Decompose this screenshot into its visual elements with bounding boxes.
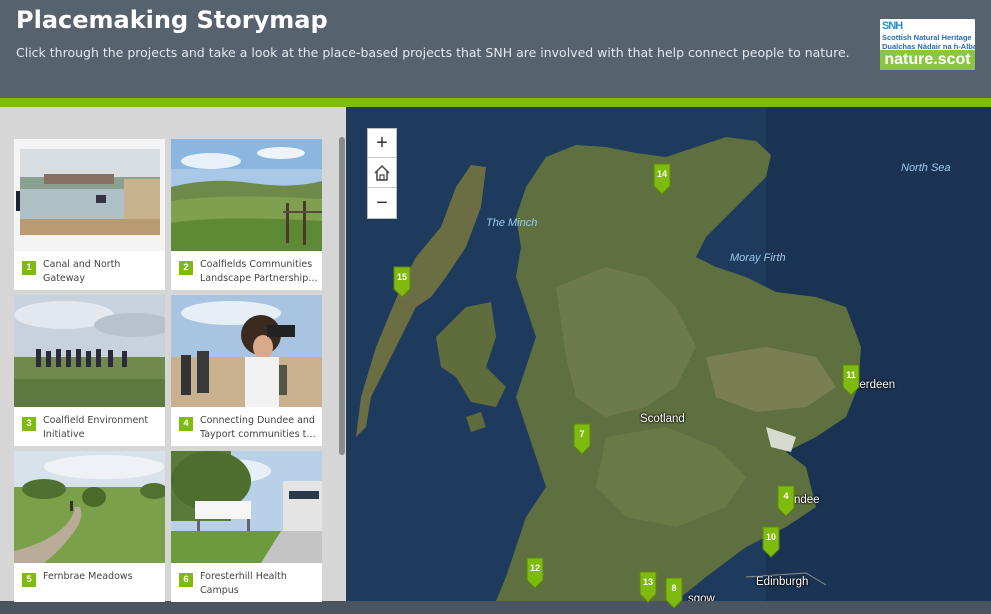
map-pin-14[interactable]: 14 bbox=[652, 162, 672, 195]
accent-divider bbox=[0, 98, 991, 107]
page-subtitle: Click through the projects and take a lo… bbox=[16, 45, 850, 60]
sidebar-scrollbar[interactable] bbox=[339, 137, 345, 455]
logo-wordmark: nature.scot bbox=[880, 50, 975, 70]
zoom-out-button[interactable]: − bbox=[368, 189, 396, 218]
home-icon bbox=[374, 164, 390, 181]
zoom-in-button[interactable]: + bbox=[368, 129, 396, 158]
map-label-north-sea: North Sea bbox=[901, 162, 951, 174]
map-label-glasgow: sgow bbox=[688, 593, 715, 601]
logo-mark: SNH bbox=[882, 20, 903, 32]
story-title: Coalfield Environment Initiative bbox=[43, 415, 149, 440]
story-card-2[interactable]: 2 Coalfields Communities Landscape Partn… bbox=[171, 139, 322, 290]
story-number-badge: 6 bbox=[179, 573, 193, 587]
story-thumbnail bbox=[14, 139, 165, 251]
story-number-badge: 1 bbox=[22, 261, 36, 275]
story-title: Fernbrae Meadows bbox=[43, 571, 133, 582]
story-thumbnail bbox=[171, 451, 322, 563]
map-label-moray-firth: Moray Firth bbox=[730, 252, 786, 264]
story-card-6[interactable]: 6 Foresterhill Health Campus bbox=[171, 451, 322, 602]
map-pin-4[interactable]: 4 bbox=[776, 484, 796, 517]
story-number-badge: 4 bbox=[179, 417, 193, 431]
story-card-4[interactable]: 4 Connecting Dundee and Tayport communit… bbox=[171, 295, 322, 446]
story-list-panel: 1 Canal and North Gateway 2 Coalfields C… bbox=[0, 107, 346, 602]
story-thumbnail bbox=[14, 295, 165, 407]
story-thumbnail bbox=[171, 139, 322, 251]
map-label-edinburgh: Edinburgh bbox=[756, 576, 809, 588]
story-title: Coalfields Communities Landscape Partner… bbox=[200, 259, 318, 284]
map-pin-8[interactable]: 8 bbox=[664, 576, 684, 609]
home-button[interactable] bbox=[368, 159, 396, 188]
story-number-badge: 3 bbox=[22, 417, 36, 431]
story-number-badge: 5 bbox=[22, 573, 36, 587]
map-pin-15[interactable]: 15 bbox=[392, 265, 412, 298]
page-title: Placemaking Storymap bbox=[16, 6, 328, 34]
story-title: Canal and North Gateway bbox=[43, 259, 121, 284]
story-card-5[interactable]: 5 Fernbrae Meadows bbox=[14, 451, 165, 602]
map-pin-12[interactable]: 12 bbox=[525, 556, 545, 589]
story-card-3[interactable]: 3 Coalfield Environment Initiative bbox=[14, 295, 165, 446]
story-title: Connecting Dundee and Tayport communitie… bbox=[200, 415, 316, 440]
map-zoom-control: + − bbox=[367, 128, 397, 219]
map-label-the-minch: The Minch bbox=[486, 217, 538, 229]
story-title: Foresterhill Health Campus bbox=[200, 571, 287, 596]
map-label-scotland: Scotland bbox=[640, 413, 685, 425]
map-pin-11[interactable]: 11 bbox=[841, 363, 861, 396]
story-number-badge: 2 bbox=[179, 261, 193, 275]
story-thumbnail bbox=[171, 295, 322, 407]
logo-line-english: Scottish Natural Heritage bbox=[882, 33, 972, 42]
map-pin-7[interactable]: 7 bbox=[572, 422, 592, 455]
story-thumbnail bbox=[14, 451, 165, 563]
map-pin-13[interactable]: 13 bbox=[638, 570, 658, 603]
story-card-1[interactable]: 1 Canal and North Gateway bbox=[14, 139, 165, 290]
nature-scot-logo[interactable]: SNH Scottish Natural Heritage Dualchas N… bbox=[880, 19, 977, 70]
map-pin-10[interactable]: 10 bbox=[761, 525, 781, 558]
header-bar: Placemaking Storymap Click through the p… bbox=[0, 0, 991, 98]
map-label-dundee: ndee bbox=[794, 494, 820, 506]
